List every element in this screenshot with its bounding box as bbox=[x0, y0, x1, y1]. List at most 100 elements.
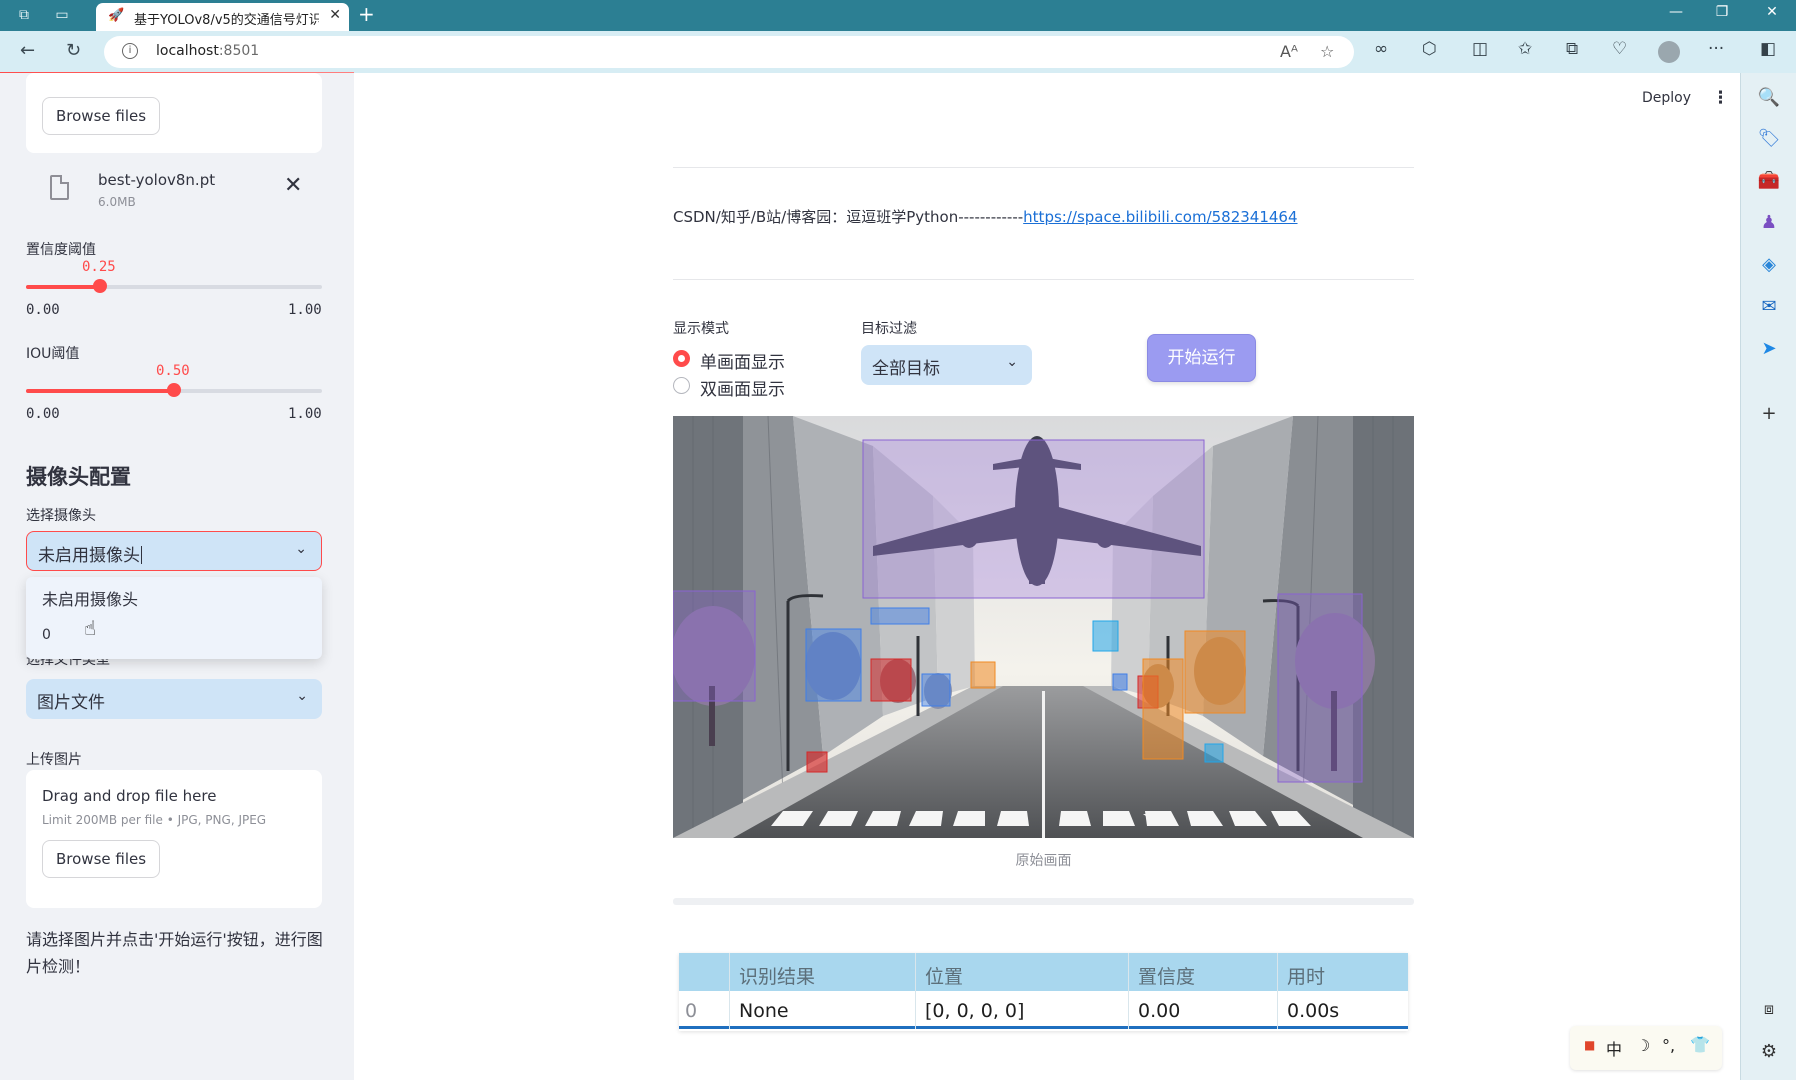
browser-essentials-icon[interactable]: ♡ bbox=[1612, 39, 1627, 59]
camera-select-value: 未启用摄像头 bbox=[38, 546, 140, 566]
tools-icon[interactable]: 🧰 bbox=[1741, 170, 1796, 191]
section-divider bbox=[673, 898, 1414, 905]
remove-file-icon[interactable]: ✕ bbox=[284, 173, 302, 198]
camera-select-label: 选择摄像头 bbox=[26, 508, 96, 524]
sidebar-toggle-icon[interactable]: ◧ bbox=[1760, 39, 1776, 59]
target-filter-label: 目标过滤 bbox=[861, 321, 917, 337]
collections-icon[interactable]: ⧉ bbox=[1566, 39, 1578, 59]
deploy-button[interactable]: Deploy bbox=[1642, 90, 1691, 106]
gear-icon[interactable]: ⚙ bbox=[1741, 1041, 1796, 1062]
back-icon[interactable]: ← bbox=[20, 40, 35, 61]
browser-tab-active[interactable]: 🚀 基于YOLOv8/v5的交通信号灯识别 ✕ bbox=[96, 3, 349, 31]
col-result[interactable]: 识别结果 bbox=[739, 962, 815, 989]
restore-icon[interactable]: ❐ bbox=[1702, 4, 1742, 20]
conf-slider-label: 置信度阈值 bbox=[26, 242, 96, 258]
favorites-icon[interactable]: ✩ bbox=[1518, 39, 1532, 59]
camera-dropdown-menu: 未启用摄像头 0 bbox=[26, 577, 322, 659]
read-aloud-icon[interactable]: Aᴬ bbox=[1280, 42, 1298, 61]
col-confidence[interactable]: 置信度 bbox=[1138, 962, 1195, 989]
favorite-star-icon[interactable]: ☆ bbox=[1320, 42, 1334, 61]
cell-time: 0.00s bbox=[1287, 1000, 1340, 1022]
close-tab-icon[interactable]: ✕ bbox=[329, 7, 341, 23]
browse-files-button[interactable]: Browse files bbox=[42, 97, 161, 135]
ime-punct-icon[interactable]: °, bbox=[1662, 1036, 1675, 1055]
col-position[interactable]: 位置 bbox=[925, 962, 963, 989]
shopping-tag-icon[interactable]: 🏷 bbox=[1741, 128, 1796, 149]
table-row: 0 None [0, 0, 0, 0] 0.00 0.00s bbox=[679, 991, 1408, 1029]
model-upload-box: Browse files bbox=[26, 73, 322, 153]
row-index: 0 bbox=[685, 1000, 698, 1022]
iou-slider-fill bbox=[26, 389, 174, 393]
column-divider bbox=[1277, 953, 1278, 1029]
screenshot-icon[interactable]: ⧈ bbox=[1741, 999, 1796, 1019]
ime-skin-icon[interactable]: 👕 bbox=[1690, 1035, 1710, 1054]
kebab-icon[interactable]: ⋮ bbox=[1712, 88, 1729, 108]
conf-slider-thumb[interactable] bbox=[93, 279, 107, 293]
search-icon[interactable]: 🔍 bbox=[1741, 87, 1796, 108]
infinity-icon[interactable]: ∞ bbox=[1374, 39, 1388, 59]
cell-result: None bbox=[739, 1000, 789, 1022]
info-icon[interactable]: i bbox=[122, 43, 138, 59]
radio-selected-icon bbox=[673, 350, 690, 367]
display-mode-label: 显示模式 bbox=[673, 321, 729, 337]
conf-slider[interactable] bbox=[26, 279, 322, 293]
ime-lang[interactable]: 中 bbox=[1606, 1036, 1622, 1060]
extensions-icon[interactable]: ⬡ bbox=[1422, 39, 1437, 59]
profile-avatar[interactable] bbox=[1658, 41, 1680, 63]
col-time[interactable]: 用时 bbox=[1287, 962, 1325, 989]
iou-slider-max: 1.00 bbox=[288, 406, 322, 422]
outlook-icon[interactable]: ✉ bbox=[1741, 296, 1796, 317]
uploaded-file-name: best-yolov8n.pt bbox=[98, 171, 216, 189]
new-tab-icon[interactable]: + bbox=[358, 2, 375, 26]
workspaces-icon[interactable]: ⧉ bbox=[12, 4, 36, 26]
camera-option-0[interactable]: 0 bbox=[42, 627, 51, 643]
iou-slider-min: 0.00 bbox=[26, 406, 60, 422]
reload-icon[interactable]: ↻ bbox=[66, 40, 81, 61]
uploaded-file-size: 6.0MB bbox=[98, 195, 136, 209]
radio-unselected-icon bbox=[673, 377, 690, 394]
more-menu-icon[interactable]: ··· bbox=[1708, 39, 1724, 59]
text-caret bbox=[141, 546, 142, 564]
ime-moon-icon[interactable]: ☽ bbox=[1636, 1036, 1650, 1055]
file-type-select[interactable]: 图片文件 ⌄ bbox=[26, 679, 322, 719]
credit-text: CSDN/知乎/B站/博客园：逗逗班学Python------------ bbox=[673, 208, 1024, 226]
bilibili-link[interactable]: https://space.bilibili.com/582341464 bbox=[1023, 208, 1297, 226]
browse-files-button[interactable]: Browse files bbox=[42, 840, 161, 878]
window-close-icon[interactable]: ✕ bbox=[1752, 4, 1792, 20]
camera-section-title: 摄像头配置 bbox=[26, 465, 131, 489]
result-table: 识别结果 位置 置信度 用时 0 None [0, 0, 0, 0] 0.00 … bbox=[679, 953, 1408, 1031]
ime-tray: ■ 中 ☽ °, 👕 bbox=[1570, 1026, 1722, 1070]
edge-sidebar: 🔍 🏷 🧰 ♟ ◈ ✉ ➤ + ⧈ ⚙ bbox=[1740, 73, 1796, 1080]
divider bbox=[673, 279, 1414, 280]
url-input[interactable]: i localhost:8501 Aᴬ ☆ bbox=[104, 36, 1354, 68]
iou-slider-value: 0.50 bbox=[156, 363, 190, 379]
start-run-button[interactable]: 开始运行 bbox=[1147, 334, 1256, 382]
camera-select[interactable]: 未启用摄像头 ⌄ bbox=[26, 531, 322, 571]
table-header: 识别结果 位置 置信度 用时 bbox=[679, 953, 1408, 991]
cell-confidence: 0.00 bbox=[1138, 1000, 1181, 1022]
radio-label: 双画面显示 bbox=[700, 380, 785, 400]
detection-image bbox=[673, 416, 1414, 838]
image-caption: 原始画面 bbox=[1015, 853, 1072, 869]
image-upload-dropzone[interactable]: Drag and drop file here Limit 200MB per … bbox=[26, 770, 322, 908]
iou-slider[interactable] bbox=[26, 383, 322, 397]
conf-slider-value: 0.25 bbox=[82, 259, 116, 275]
file-type-value: 图片文件 bbox=[37, 693, 105, 713]
target-filter-value: 全部目标 bbox=[872, 359, 940, 379]
iou-slider-thumb[interactable] bbox=[167, 383, 181, 397]
minimize-icon[interactable]: — bbox=[1656, 4, 1696, 20]
column-divider bbox=[729, 953, 730, 1029]
chevron-down-icon: ⌄ bbox=[1006, 354, 1018, 370]
credit-line: CSDN/知乎/B站/博客园：逗逗班学Python------------htt… bbox=[673, 206, 1298, 227]
conf-slider-max: 1.00 bbox=[288, 302, 322, 318]
copilot-icon[interactable]: ◈ bbox=[1741, 254, 1796, 275]
split-screen-icon[interactable]: ◫ bbox=[1472, 39, 1488, 59]
tab-actions-icon[interactable]: ▭ bbox=[50, 4, 74, 26]
games-icon[interactable]: ♟ bbox=[1741, 212, 1796, 233]
browser-tab-bar: ⧉ ▭ 🚀 基于YOLOv8/v5的交通信号灯识别 ✕ + — ❐ ✕ bbox=[0, 0, 1796, 31]
send-icon[interactable]: ➤ bbox=[1741, 338, 1796, 359]
target-filter-select[interactable]: 全部目标 ⌄ bbox=[861, 345, 1032, 385]
camera-option-none[interactable]: 未启用摄像头 bbox=[42, 586, 138, 610]
add-icon[interactable]: + bbox=[1741, 403, 1796, 424]
cell-position: [0, 0, 0, 0] bbox=[925, 1000, 1025, 1022]
